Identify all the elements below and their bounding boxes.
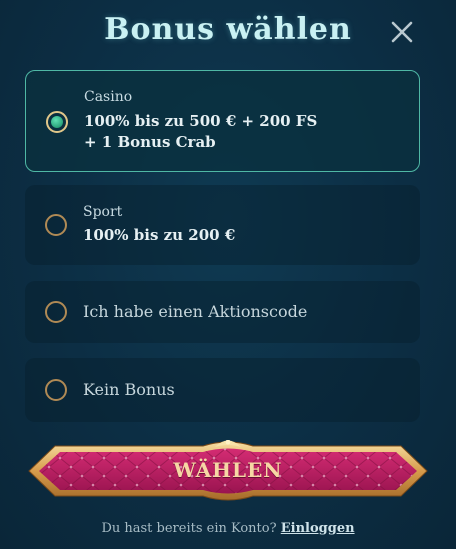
select-bonus-button[interactable]: WÄHLEN xyxy=(27,440,429,502)
option-offer-casino-line1: 100% bis zu 500 € + 200 FS xyxy=(84,112,318,130)
option-label-casino: Casino xyxy=(84,89,133,105)
login-link[interactable]: Einloggen xyxy=(281,521,355,536)
login-prompt: Du hast bereits ein Konto? Einloggen xyxy=(0,521,456,536)
bonus-option-no-bonus[interactable]: Kein Bonus xyxy=(25,358,420,422)
option-label-no-bonus: Kein Bonus xyxy=(83,380,175,399)
radio-no-bonus[interactable] xyxy=(45,379,67,401)
select-bonus-button-label: WÄHLEN xyxy=(173,458,283,482)
radio-casino[interactable] xyxy=(46,111,68,133)
option-offer-sport: 100% bis zu 200 € xyxy=(83,226,236,244)
bonus-option-casino[interactable]: Casino 100% bis zu 500 € + 200 FS + 1 Bo… xyxy=(25,70,420,172)
bonus-option-sport[interactable]: Sport 100% bis zu 200 € xyxy=(25,185,420,265)
radio-promo-code[interactable] xyxy=(45,301,67,323)
option-offer-casino-line2: + 1 Bonus Crab xyxy=(84,133,216,151)
option-label-promo-code: Ich habe einen Aktionscode xyxy=(83,302,308,321)
radio-sport[interactable] xyxy=(45,214,67,236)
bonus-option-promo-code[interactable]: Ich habe einen Aktionscode xyxy=(25,281,420,343)
login-prompt-text: Du hast bereits ein Konto? xyxy=(101,521,277,536)
close-button[interactable] xyxy=(390,20,414,44)
option-offer-casino: 100% bis zu 500 € + 200 FS + 1 Bonus Cra… xyxy=(84,111,317,153)
close-icon xyxy=(391,21,413,43)
modal-title: Bonus wählen xyxy=(104,12,352,47)
option-label-sport: Sport xyxy=(83,204,123,220)
radio-selected-dot xyxy=(51,116,63,128)
